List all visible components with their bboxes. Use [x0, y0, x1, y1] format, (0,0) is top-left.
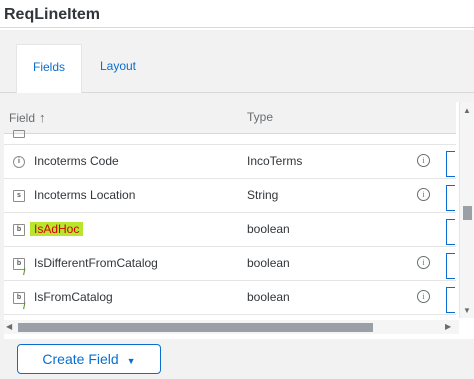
scroll-down-arrow-icon[interactable]: ▼ — [463, 306, 471, 315]
info-icon[interactable]: i — [417, 256, 430, 269]
column-header-type[interactable]: Type — [247, 102, 273, 133]
row-action-handle[interactable] — [446, 287, 455, 313]
boolean-field-icon: b / — [13, 292, 26, 311]
sort-ascending-icon: ↑ — [39, 110, 46, 125]
field-name-highlighted: IsAdHoc — [30, 222, 84, 236]
row-action-handle[interactable] — [446, 185, 455, 211]
custom-field-marker-icon: / — [23, 301, 26, 311]
field-type: String — [247, 188, 279, 202]
boolean-field-icon: b / — [13, 258, 26, 277]
create-field-label: Create Field — [42, 351, 119, 367]
field-name: IsDifferentFromCatalog — [34, 256, 158, 270]
table-row[interactable]: b / IsFromCatalog boolean i — [4, 281, 456, 315]
field-type: boolean — [247, 290, 290, 304]
vertical-scroll-thumb[interactable] — [463, 206, 472, 220]
readonly-field-icon: i — [13, 156, 25, 168]
table-row[interactable]: s Incoterms Location String i — [4, 179, 456, 213]
tab-bar: Fields Layout — [0, 30, 474, 93]
tab-fields[interactable]: Fields — [16, 44, 82, 93]
field-type-icon — [13, 130, 25, 138]
row-action-handle[interactable] — [446, 151, 455, 177]
row-action-handle[interactable] — [446, 219, 455, 245]
field-name: Incoterms Code — [34, 154, 119, 168]
tab-layout[interactable]: Layout — [90, 44, 146, 92]
info-icon[interactable]: i — [417, 154, 430, 167]
horizontal-scrollbar[interactable]: ◀ ▶ — [4, 320, 459, 334]
fields-table: Field ↑ Type i Incoterms Code IncoTerms i… — [4, 102, 474, 339]
field-name: IsFromCatalog — [34, 290, 113, 304]
custom-field-marker-icon: / — [23, 267, 26, 277]
info-icon[interactable]: i — [417, 188, 430, 201]
table-row[interactable]: b IsAdHoc boolean — [4, 213, 456, 247]
boolean-field-icon: b — [13, 224, 25, 236]
field-type: IncoTerms — [247, 154, 303, 168]
table-header: Field ↑ Type — [4, 102, 456, 134]
table-row-partial[interactable] — [4, 130, 456, 145]
horizontal-scroll-thumb[interactable] — [18, 323, 373, 332]
scroll-left-arrow-icon[interactable]: ◀ — [6, 322, 12, 331]
table-row[interactable]: b / IsDifferentFromCatalog boolean i — [4, 247, 456, 281]
string-field-icon: s — [13, 190, 25, 202]
create-field-button[interactable]: Create Field ▼ — [17, 344, 161, 374]
field-type: boolean — [247, 256, 290, 270]
title-divider — [0, 27, 474, 28]
row-action-handle[interactable] — [446, 253, 455, 279]
vertical-scrollbar[interactable]: ▲ ▼ — [459, 102, 474, 318]
scroll-right-arrow-icon[interactable]: ▶ — [445, 322, 451, 331]
field-type: boolean — [247, 222, 290, 236]
info-icon[interactable]: i — [417, 290, 430, 303]
field-name: Incoterms Location — [34, 188, 136, 202]
page-title: ReqLineItem — [4, 6, 101, 23]
chevron-down-icon: ▼ — [126, 356, 136, 366]
scroll-up-arrow-icon[interactable]: ▲ — [463, 106, 471, 115]
table-row[interactable]: i Incoterms Code IncoTerms i — [4, 145, 456, 179]
